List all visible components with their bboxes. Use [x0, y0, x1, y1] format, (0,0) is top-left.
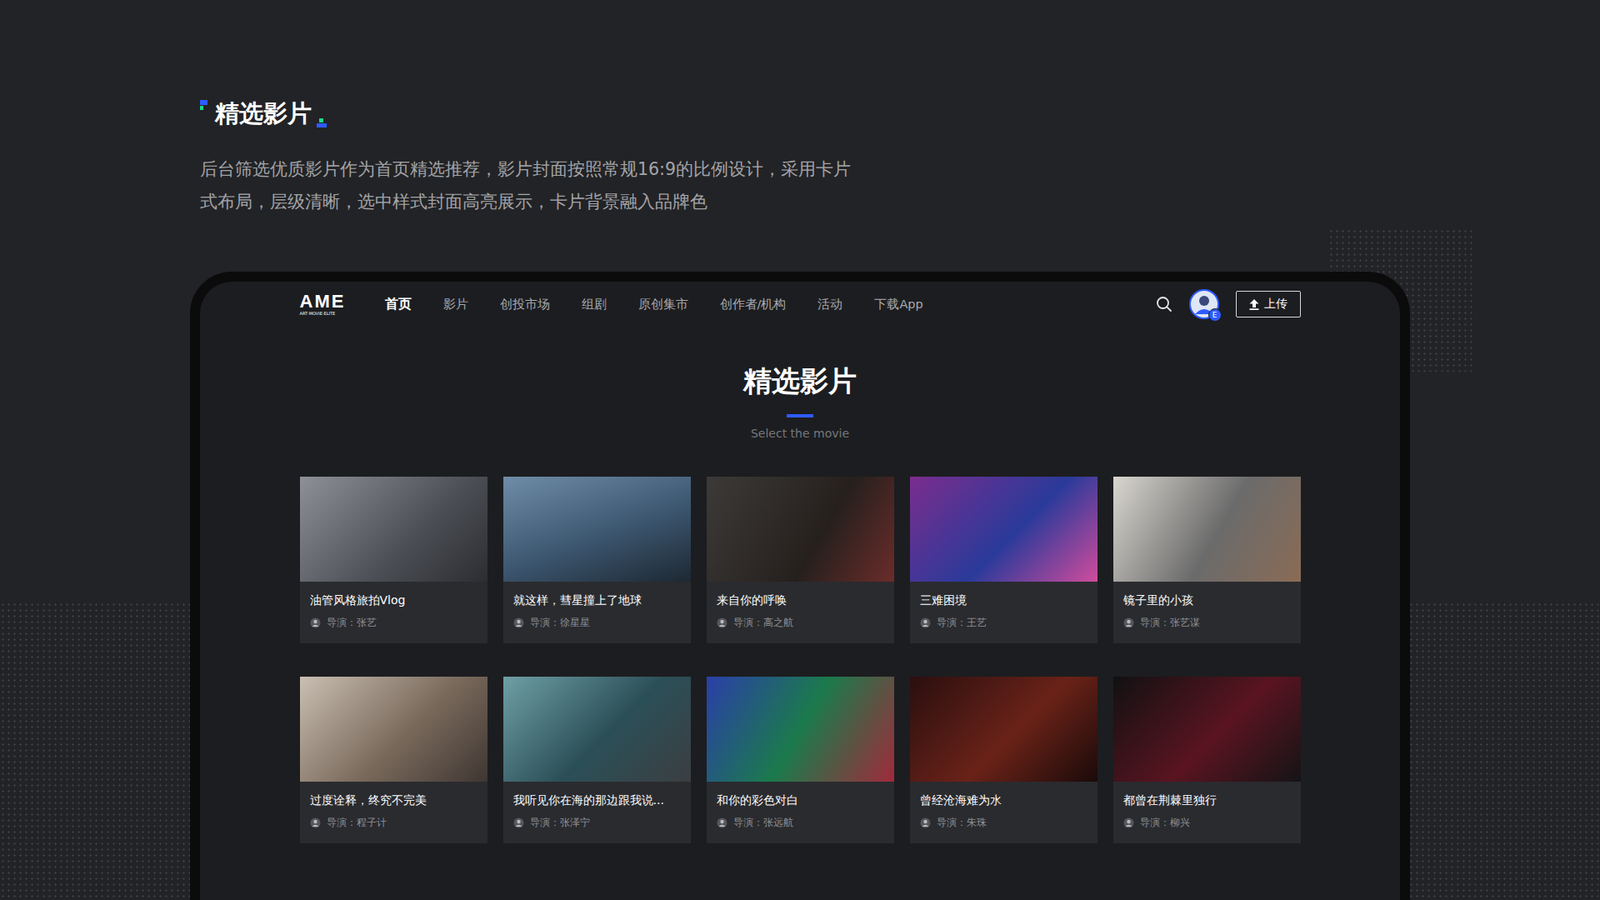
nav-item[interactable]: 活动 [817, 296, 843, 313]
director-avatar-icon [1123, 617, 1135, 629]
director-avatar-icon [310, 617, 321, 629]
upload-icon [1249, 299, 1260, 310]
movie-cover [1113, 676, 1301, 782]
dot-pattern [0, 601, 200, 900]
movie-cover [300, 476, 488, 582]
movie-card[interactable]: 油管风格旅拍Vlog 导演：张艺 [300, 476, 488, 644]
section-title: 精选影片 [743, 364, 857, 398]
card-body: 来自你的呼唤导演：高之航 [706, 581, 895, 643]
movie-director: 导演：张远航 [716, 815, 885, 830]
movie-card[interactable]: 都曾在荆棘里独行导演：柳兴 [1113, 676, 1301, 844]
description-line: 后台筛选优质影片作为首页精选推荐，影片封面按照常规16:9的比例设计，采用卡片 [200, 153, 1600, 186]
slide: 精选影片后台筛选优质影片作为首页精选推荐，影片封面按照常规16:9的比例设计，采… [0, 0, 1600, 900]
director-avatar-icon [310, 817, 321, 829]
nav-actions: E 上传 [1155, 289, 1301, 320]
nav-item[interactable]: 创作者/机构 [720, 296, 787, 313]
card-body: 过度诠释，终究不完美导演：程子计 [300, 781, 488, 843]
movie-director: 导演：王艺 [920, 615, 1088, 630]
movie-title: 都曾在荆棘里独行 [1123, 791, 1291, 809]
card-body: 曾经沧海难为水导演：朱珠 [910, 781, 1098, 843]
movie-cover [300, 676, 488, 782]
movie-director: 导演：张艺谋 [1123, 615, 1291, 630]
director-avatar-icon [1123, 817, 1135, 829]
description-line: 式布局，层级清晰，选中样式封面高亮展示，卡片背景融入品牌色 [200, 185, 1600, 219]
movie-card[interactable]: 我听见你在海的那边跟我说... 导演：张泽宁 [503, 676, 691, 844]
title-mark-icon [316, 118, 327, 129]
movie-director: 导演：程子计 [310, 815, 478, 830]
movie-title: 就这样，彗星撞上了地球 [513, 591, 681, 609]
director-avatar-icon [716, 617, 728, 629]
movie-cover [910, 476, 1098, 582]
movie-title: 油管风格旅拍Vlog [310, 591, 478, 609]
slide-title: 精选影片 [200, 98, 1600, 129]
movie-cover [1113, 476, 1301, 582]
director-avatar-icon [513, 817, 525, 829]
movie-card[interactable]: 曾经沧海难为水导演：朱珠 [910, 676, 1098, 844]
card-body: 就这样，彗星撞上了地球导演：徐星星 [503, 581, 691, 643]
director-avatar-icon [920, 817, 931, 829]
nav-bar: AMEART·MOVIE·ELITE 首页 影片 创投市场 组剧 原创集市 创作者/机构 活动… [300, 281, 1301, 327]
card-body: 三难困境导演：王艺 [910, 581, 1098, 643]
movie-title: 曾经沧海难为水 [920, 791, 1088, 809]
director-avatar-icon [716, 817, 728, 829]
movie-title: 三难困境 [920, 591, 1088, 609]
nav-item[interactable]: 创投市场 [500, 296, 550, 313]
nav-item[interactable]: 影片 [443, 296, 469, 313]
movie-director: 导演：张艺 [310, 615, 478, 630]
title-mark-icon [200, 100, 210, 110]
movie-title: 来自你的呼唤 [716, 591, 885, 609]
movie-director: 导演：朱珠 [920, 815, 1088, 830]
director-avatar-icon [920, 617, 931, 629]
slide-description: 后台筛选优质影片作为首页精选推荐，影片封面按照常规16:9的比例设计，采用卡片式… [200, 153, 1600, 219]
movie-card[interactable]: 过度诠释，终究不完美导演：程子计 [300, 676, 488, 844]
featured-section: 精选影片 Select the movie 油管风格旅拍Vlog 导演：张艺 就这样，彗… [300, 326, 1301, 844]
logo[interactable]: AMEART·MOVIE·ELITE [300, 292, 352, 316]
nav-item[interactable]: 下载App [874, 296, 923, 313]
slide-header: 精选影片后台筛选优质影片作为首页精选推荐，影片封面按照常规16:9的比例设计，采… [0, 0, 1600, 219]
user-avatar[interactable]: E [1189, 289, 1220, 320]
movie-title: 我听见你在海的那边跟我说... [513, 791, 681, 809]
movie-director: 导演：柳兴 [1123, 815, 1291, 830]
movie-title: 和你的彩色对白 [716, 791, 885, 809]
dot-pattern [1408, 601, 1600, 900]
card-body: 都曾在荆棘里独行导演：柳兴 [1113, 781, 1301, 843]
movie-title: 过度诠释，终究不完美 [310, 791, 478, 809]
card-body: 镜子里的小孩导演：张艺谋 [1113, 581, 1301, 643]
movie-cover [706, 676, 895, 782]
section-subtitle: Select the movie [750, 425, 850, 441]
director-avatar-icon [513, 617, 525, 629]
movie-card[interactable]: 和你的彩色对白导演：张远航 [706, 676, 895, 844]
movie-title: 镜子里的小孩 [1123, 591, 1291, 609]
movie-card[interactable]: 来自你的呼唤导演：高之航 [706, 476, 895, 644]
device-frame: AMEART·MOVIE·ELITE 首页 影片 创投市场 组剧 原创集市 创作者/机构 活动… [190, 271, 1410, 900]
movie-grid: 油管风格旅拍Vlog导演：张艺就这样，彗星撞上了地球导演：徐星星来自你的呼唤导演… [300, 476, 1301, 844]
movie-cover [503, 676, 691, 782]
nav-item[interactable]: 原创集市 [638, 296, 689, 313]
screen: AMEART·MOVIE·ELITE 首页 影片 创投市场 组剧 原创集市 创作者/机构 活动… [300, 281, 1301, 844]
movie-director: 导演：徐星星 [513, 615, 681, 630]
card-body: 和你的彩色对白导演：张远航 [706, 781, 895, 843]
search-icon[interactable] [1155, 295, 1173, 313]
avatar-badge: E [1208, 308, 1222, 322]
movie-cover [503, 476, 691, 582]
nav-item[interactable]: 首页 [385, 295, 412, 314]
movie-director: 导演：高之航 [716, 615, 885, 630]
movie-cover [910, 676, 1098, 782]
movie-card[interactable]: 镜子里的小孩导演：张艺谋 [1113, 476, 1301, 644]
card-body: 油管风格旅拍Vlog 导演：张艺 [300, 581, 488, 643]
movie-cover [706, 476, 895, 582]
title-underline [786, 414, 814, 418]
upload-button[interactable]: 上传 [1235, 290, 1301, 318]
movie-director: 导演：张泽宁 [513, 815, 681, 830]
nav-item[interactable]: 组剧 [581, 296, 607, 313]
nav-menu: 首页 影片 创投市场 组剧 原创集市 创作者/机构 活动 下载App [385, 295, 1156, 314]
movie-card[interactable]: 就这样，彗星撞上了地球导演：徐星星 [503, 476, 691, 644]
movie-card[interactable]: 三难困境导演：王艺 [910, 476, 1098, 644]
card-body: 我听见你在海的那边跟我说... 导演：张泽宁 [503, 781, 691, 843]
